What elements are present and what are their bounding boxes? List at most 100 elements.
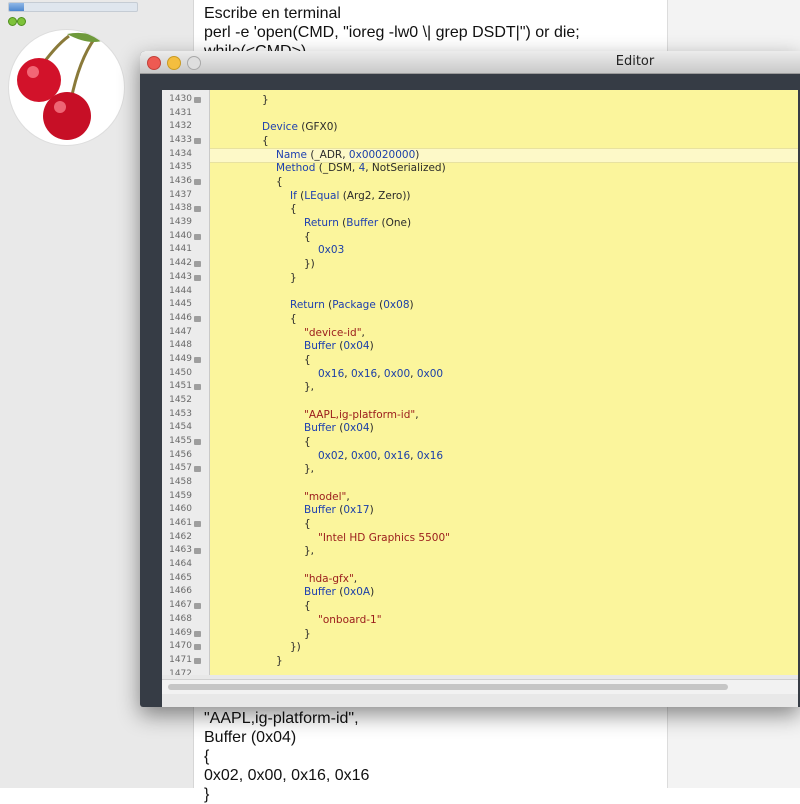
line-number: 1468 <box>169 613 192 624</box>
line-number: 1460 <box>169 504 192 515</box>
code-line[interactable]: { <box>304 518 311 530</box>
code-line[interactable]: }) <box>290 641 301 653</box>
post-text-line: Buffer (0x04) <box>204 729 297 746</box>
avatar[interactable] <box>8 29 125 146</box>
fold-toggle-icon[interactable] <box>194 179 201 186</box>
fold-toggle-icon[interactable] <box>194 657 201 664</box>
code-line[interactable]: Device (GFX0) <box>262 121 338 133</box>
code-line[interactable]: }) <box>304 258 315 270</box>
line-number-gutter: 1430 1431 1432 1433 1434 1435 1436 1437 1438 1439… <box>162 90 210 675</box>
fold-toggle-icon[interactable] <box>194 138 201 145</box>
horizontal-scrollbar[interactable] <box>162 679 798 694</box>
code-line[interactable]: "Intel HD Graphics 5500" <box>318 532 450 544</box>
fold-toggle-icon[interactable] <box>194 521 201 528</box>
code-line[interactable]: Buffer (0x04) <box>304 422 374 434</box>
fold-toggle-icon[interactable] <box>194 97 201 103</box>
code-line[interactable]: { <box>304 600 311 612</box>
fold-toggle-icon[interactable] <box>194 356 201 363</box>
code-line[interactable]: "device-id", <box>304 327 365 339</box>
fold-toggle-icon[interactable] <box>194 548 201 555</box>
window-title: Editor <box>615 54 655 69</box>
code-line[interactable]: Return (Buffer (One) <box>304 217 411 229</box>
code-line[interactable]: 0x02, 0x00, 0x16, 0x16 <box>318 450 443 462</box>
code-line[interactable]: 0x03 <box>318 244 344 256</box>
line-number: 1469 <box>169 627 192 638</box>
fold-toggle-icon[interactable] <box>194 206 201 213</box>
line-number: 1458 <box>169 477 192 488</box>
line-number: 1442 <box>169 258 192 269</box>
line-number: 1447 <box>169 326 192 337</box>
line-number: 1462 <box>169 531 192 542</box>
fold-toggle-icon[interactable] <box>194 274 201 281</box>
fold-toggle-icon[interactable] <box>194 466 201 473</box>
line-number: 1435 <box>169 162 192 173</box>
line-number: 1466 <box>169 586 192 597</box>
code-line[interactable]: { <box>304 354 311 366</box>
code-line[interactable]: Method (_DSM, 4, NotSerialized) <box>276 162 446 174</box>
fold-toggle-icon[interactable] <box>194 644 201 651</box>
online-status-icon <box>17 17 26 26</box>
line-number: 1470 <box>169 641 192 652</box>
fold-toggle-icon[interactable] <box>194 384 201 391</box>
code-line[interactable]: } <box>290 272 297 284</box>
code-line[interactable]: "hda-gfx", <box>304 573 357 585</box>
code-line[interactable]: If (LEqual (Arg2, Zero)) <box>290 190 411 202</box>
fold-toggle-icon[interactable] <box>194 261 201 268</box>
post-text-line: Escribe en terminal <box>204 5 341 22</box>
line-number: 1465 <box>169 572 192 583</box>
scrollbar-thumb[interactable] <box>168 684 728 690</box>
code-line[interactable]: Buffer (0x17) <box>304 504 374 516</box>
code-line[interactable]: "onboard-1" <box>318 614 382 626</box>
code-line[interactable]: }, <box>304 545 314 557</box>
line-number: 1430 <box>169 94 192 104</box>
post-text-line: perl -e 'open(CMD, "ioreg -lw0 \| grep D… <box>204 24 580 41</box>
line-number: 1438 <box>169 203 192 214</box>
fold-toggle-icon[interactable] <box>194 630 201 637</box>
editor-window[interactable]: Editor 1430 1431 1432 1433 1434 1435 1436 1437 1… <box>140 51 800 707</box>
line-number: 1449 <box>169 353 192 364</box>
post-text-line: "AAPL,ig-platform-id", <box>204 710 359 727</box>
fold-toggle-icon[interactable] <box>194 603 201 610</box>
line-number: 1439 <box>169 217 192 228</box>
line-number: 1436 <box>169 176 192 187</box>
code-line[interactable]: "AAPL,ig-platform-id", <box>304 409 419 421</box>
window-titlebar[interactable]: Editor <box>140 51 800 74</box>
progress-bar <box>8 2 138 12</box>
code-line[interactable]: 0x16, 0x16, 0x00, 0x00 <box>318 368 443 380</box>
code-line[interactable]: } <box>304 628 311 640</box>
line-number: 1433 <box>169 135 192 146</box>
code-line[interactable]: } <box>262 94 269 106</box>
code-line[interactable]: } <box>276 655 283 667</box>
fold-toggle-icon[interactable] <box>194 233 201 240</box>
code-line[interactable]: Name (_ADR, 0x00020000) <box>276 149 419 161</box>
code-line[interactable]: { <box>276 176 283 188</box>
code-line[interactable]: }, <box>304 381 314 393</box>
progress-bar-fill <box>9 3 25 11</box>
line-number: 1451 <box>169 381 192 392</box>
code-line[interactable]: { <box>262 135 269 147</box>
line-number: 1464 <box>169 559 192 570</box>
code-line[interactable]: "model", <box>304 491 350 503</box>
line-number: 1459 <box>169 490 192 501</box>
line-number: 1463 <box>169 545 192 556</box>
line-number: 1455 <box>169 436 192 446</box>
code-line[interactable]: { <box>290 313 297 325</box>
fold-toggle-icon[interactable] <box>194 439 201 445</box>
line-number: 1432 <box>169 121 192 132</box>
code-line[interactable]: { <box>304 231 311 243</box>
line-number: 1453 <box>169 408 192 419</box>
code-line[interactable]: Buffer (0x04) <box>304 340 374 352</box>
code-line[interactable]: { <box>290 203 297 215</box>
code-line[interactable]: Return (Package (0x08) <box>290 299 414 311</box>
line-number: 1450 <box>169 367 192 378</box>
code-line[interactable]: }, <box>304 463 314 475</box>
line-number: 1443 <box>169 271 192 282</box>
code-area[interactable]: } Device (GFX0) { Name (_ADR, 0x00020000) Me… <box>210 90 798 675</box>
code-line[interactable]: Buffer (0x0A) <box>304 586 374 598</box>
line-number: 1452 <box>169 394 192 405</box>
line-number: 1461 <box>169 518 192 529</box>
code-line[interactable]: { <box>304 436 311 448</box>
fold-toggle-icon[interactable] <box>194 315 201 322</box>
line-number: 1467 <box>169 600 192 611</box>
online-status-icon <box>8 17 17 26</box>
